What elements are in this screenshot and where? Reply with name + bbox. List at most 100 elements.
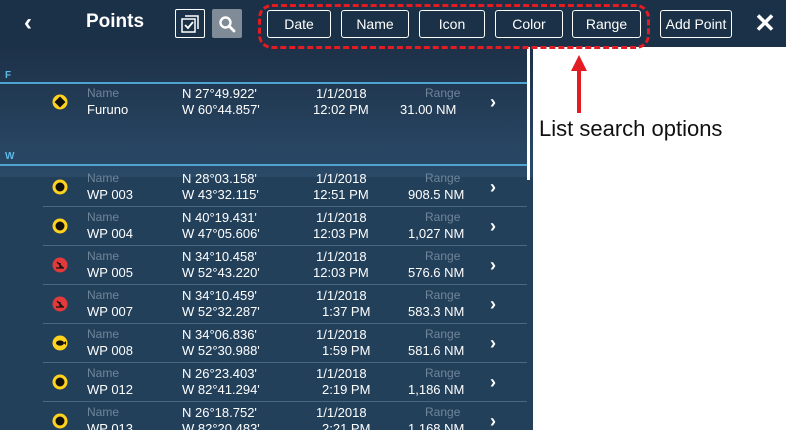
list-item[interactable]: Name WP 008 N 34°06.836' W 52°30.988' 1/… <box>0 324 527 362</box>
point-date: 1/1/2018 <box>316 288 367 303</box>
name-label: Name <box>87 249 120 263</box>
point-range: 1,186 NM <box>408 382 465 397</box>
point-latitude: N 26°18.752' <box>182 405 257 420</box>
point-longitude: W 52°32.287' <box>182 304 260 319</box>
point-longitude: W 52°43.220' <box>182 265 260 280</box>
point-time: 12:03 PM <box>313 226 369 241</box>
point-date: 1/1/2018 <box>316 210 367 225</box>
point-name: WP 008 <box>87 343 134 358</box>
circle-mark-icon <box>52 413 68 429</box>
checklist-icon <box>181 14 199 33</box>
point-latitude: N 34°10.459' <box>182 288 257 303</box>
select-button[interactable] <box>175 9 205 38</box>
name-label: Name <box>87 86 120 100</box>
chevron-right-icon[interactable]: › <box>490 255 496 276</box>
point-longitude: W 52°30.988' <box>182 343 260 358</box>
arrow-up-icon <box>571 55 587 113</box>
section-divider <box>0 164 527 166</box>
scrollbar[interactable] <box>527 47 530 180</box>
list-item[interactable]: Name WP 007 N 34°10.459' W 52°32.287' 1/… <box>0 285 527 323</box>
chevron-right-icon[interactable]: › <box>490 92 496 113</box>
point-name: WP 004 <box>87 226 134 241</box>
point-date: 1/1/2018 <box>316 405 367 420</box>
point-latitude: N 26°23.403' <box>182 366 257 381</box>
list-item[interactable]: Name WP 004 N 40°19.431' W 47°05.606' 1/… <box>0 207 527 245</box>
chevron-right-icon[interactable]: › <box>490 216 496 237</box>
name-label: Name <box>87 171 120 185</box>
range-label: Range <box>425 171 461 185</box>
point-latitude: N 28°03.158' <box>182 171 257 186</box>
back-button[interactable]: ‹ <box>18 10 38 36</box>
wreck-mark-icon <box>52 257 68 273</box>
name-label: Name <box>87 288 120 302</box>
fish-mark-icon <box>52 335 68 351</box>
point-date: 1/1/2018 <box>316 86 367 101</box>
top-bar: ‹ Points Date Name Icon Color Range Add … <box>0 0 786 47</box>
point-latitude: N 27°49.922' <box>182 86 257 101</box>
point-date: 1/1/2018 <box>316 327 367 342</box>
name-label: Name <box>87 327 120 341</box>
point-latitude: N 34°10.458' <box>182 249 257 264</box>
circle-mark-icon <box>52 218 68 234</box>
point-time: 12:03 PM <box>313 265 369 280</box>
section-header-w: W <box>5 151 15 162</box>
point-time: 12:02 PM <box>313 102 369 117</box>
sort-range-button[interactable]: Range <box>572 10 641 38</box>
search-button[interactable] <box>212 9 242 38</box>
sort-name-button[interactable]: Name <box>341 10 409 38</box>
search-icon <box>219 15 236 32</box>
point-name: WP 012 <box>87 382 134 397</box>
name-label: Name <box>87 405 120 419</box>
point-longitude: W 43°32.115' <box>182 187 259 202</box>
point-name: WP 003 <box>87 187 134 202</box>
point-date: 1/1/2018 <box>316 249 367 264</box>
list-item[interactable]: Name WP 013 N 26°18.752' W 82°20.483' 1/… <box>0 402 527 430</box>
point-longitude: W 60°44.857' <box>182 102 260 117</box>
add-point-button[interactable]: Add Point <box>660 10 732 38</box>
sort-color-button[interactable]: Color <box>495 10 563 38</box>
list-item[interactable]: Name WP 003 N 28°03.158' W 43°32.115' 1/… <box>0 168 527 206</box>
range-label: Range <box>425 210 461 224</box>
chevron-right-icon[interactable]: › <box>490 294 496 315</box>
point-range: 1,168 NM <box>408 421 465 430</box>
sort-icon-button[interactable]: Icon <box>419 10 485 38</box>
point-name: WP 005 <box>87 265 134 280</box>
name-label: Name <box>87 210 120 224</box>
chevron-right-icon[interactable]: › <box>490 411 496 430</box>
point-longitude: W 82°41.294' <box>182 382 260 397</box>
range-label: Range <box>425 288 461 302</box>
chevron-right-icon[interactable]: › <box>490 372 496 393</box>
point-range: 583.3 NM <box>408 304 465 319</box>
close-icon: ✕ <box>754 8 776 38</box>
point-date: 1/1/2018 <box>316 171 367 186</box>
range-label: Range <box>425 327 461 341</box>
circle-mark-icon <box>52 179 68 195</box>
chevron-right-icon[interactable]: › <box>490 177 496 198</box>
point-name: Furuno <box>87 102 129 117</box>
point-range: 908.5 NM <box>408 187 465 202</box>
chevron-right-icon[interactable]: › <box>490 333 496 354</box>
diamond-mark-icon <box>52 94 68 110</box>
list-item[interactable]: Name WP 012 N 26°23.403' W 82°41.294' 1/… <box>0 363 527 401</box>
range-label: Range <box>425 366 461 380</box>
points-list[interactable]: F Name Furuno N 27°49.922' W 60°44.857' … <box>0 47 533 430</box>
point-time: 2:21 PM <box>322 421 371 430</box>
section-header-f: F <box>5 70 12 81</box>
range-label: Range <box>425 405 461 419</box>
point-name: WP 013 <box>87 421 134 430</box>
point-latitude: N 40°19.431' <box>182 210 257 225</box>
annotation-label: List search options <box>539 116 723 141</box>
sort-date-button[interactable]: Date <box>267 10 331 38</box>
point-time: 2:19 PM <box>322 382 371 397</box>
point-range: 581.6 NM <box>408 343 465 358</box>
close-button[interactable]: ✕ <box>752 9 778 37</box>
list-item[interactable]: Name WP 005 N 34°10.458' W 52°43.220' 1/… <box>0 246 527 284</box>
point-range: 31.00 NM <box>400 102 457 117</box>
range-label: Range <box>425 86 461 100</box>
list-item[interactable]: Name Furuno N 27°49.922' W 60°44.857' 1/… <box>0 83 527 121</box>
page-title: Points <box>86 11 145 32</box>
point-latitude: N 34°06.836' <box>182 327 257 342</box>
point-name: WP 007 <box>87 304 134 319</box>
range-label: Range <box>425 249 461 263</box>
point-date: 1/1/2018 <box>316 366 367 381</box>
